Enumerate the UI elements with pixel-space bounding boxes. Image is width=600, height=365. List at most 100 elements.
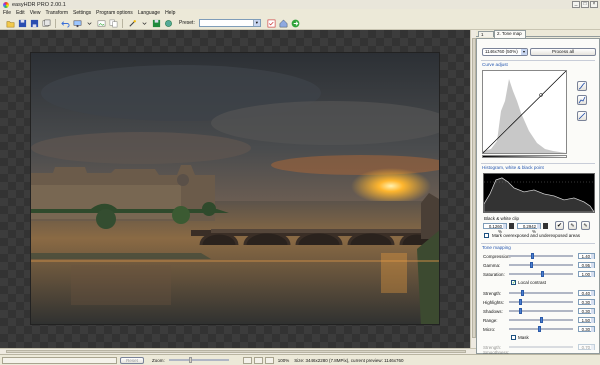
slider-track[interactable] xyxy=(509,326,573,332)
curve-smooth-button[interactable] xyxy=(577,81,587,91)
zoom-slider[interactable] xyxy=(168,357,229,363)
menu-language[interactable]: Language xyxy=(138,10,160,16)
slider-knob[interactable] xyxy=(530,253,534,259)
slider-knob[interactable] xyxy=(538,326,542,332)
resolution-select[interactable]: 1146x760 (50%) ▼ xyxy=(482,48,528,56)
black-white-clip-label: Black & white clip xyxy=(484,216,520,221)
effects-dropdown-button[interactable] xyxy=(139,18,149,28)
slider-track[interactable] xyxy=(509,290,573,296)
lock-icon[interactable] xyxy=(543,223,548,229)
check-button[interactable] xyxy=(267,18,277,28)
save-result-button[interactable] xyxy=(151,18,161,28)
toolbar: Preset: ▼ xyxy=(0,17,600,30)
monitor-icon xyxy=(73,20,81,27)
slider-label: Range: xyxy=(483,317,498,323)
curve-linear-button[interactable] xyxy=(577,111,587,121)
slider-knob[interactable] xyxy=(521,290,525,296)
histogram-display[interactable] xyxy=(483,173,595,213)
slider-track[interactable] xyxy=(509,253,573,259)
minimize-button[interactable]: _ xyxy=(572,1,580,8)
image-button[interactable] xyxy=(96,18,106,28)
undo-button[interactable] xyxy=(60,18,70,28)
effects-button[interactable] xyxy=(127,18,137,28)
menu-help[interactable]: Help xyxy=(165,10,175,16)
curve-gradient-bar xyxy=(482,155,567,158)
strength-input[interactable]: 0.40 xyxy=(578,290,595,296)
menu-view[interactable]: View xyxy=(30,10,41,16)
copy-button[interactable] xyxy=(108,18,118,28)
title-bar: easyHDR PRO 2.00.1 xyxy=(0,0,600,9)
eyedropper-black-button[interactable]: ✎ xyxy=(568,221,577,230)
dropdown-arrow-button[interactable] xyxy=(84,18,94,28)
white-clip-input[interactable]: 0.2942 % xyxy=(517,223,541,234)
mark-areas-checkbox[interactable] xyxy=(484,233,489,238)
compression-input[interactable]: 1.40 xyxy=(578,253,595,259)
chevron-down-icon xyxy=(141,21,147,25)
menu-settings[interactable]: Settings xyxy=(73,10,91,16)
gamma-input[interactable]: 0.95 xyxy=(578,262,595,268)
scroll-thumb[interactable] xyxy=(6,350,466,353)
reset-button[interactable]: Reset xyxy=(120,356,144,364)
slider-track[interactable] xyxy=(509,317,573,323)
slider-track[interactable] xyxy=(509,271,573,277)
slider-track[interactable] xyxy=(509,262,573,268)
slider-knob[interactable] xyxy=(188,357,192,363)
slider-track[interactable] xyxy=(509,299,573,305)
divider xyxy=(481,243,595,244)
curve-points-button[interactable] xyxy=(577,95,587,105)
hdr-photo xyxy=(30,52,440,325)
process-all-button[interactable]: Process all xyxy=(530,48,596,56)
range-input[interactable]: 1.50 xyxy=(578,317,595,323)
highlights-input[interactable]: 0.30 xyxy=(578,299,595,305)
auto-clip-button[interactable]: ✔ xyxy=(555,221,564,230)
side-panel: 1 2. Tone map 1146x760 (50%) ▼ Process al… xyxy=(476,30,600,355)
slider-knob[interactable] xyxy=(539,317,543,323)
next-button[interactable] xyxy=(291,18,301,28)
micro-input[interactable]: 0.30 xyxy=(578,326,595,332)
app-logo-icon xyxy=(3,1,9,8)
zoom-label: Zoom: xyxy=(152,357,165,363)
fit-view-button[interactable] xyxy=(242,356,252,364)
image-canvas[interactable] xyxy=(0,30,470,348)
shadows-input[interactable]: 0.30 xyxy=(578,308,595,314)
actual-size-button[interactable] xyxy=(253,356,263,364)
slider-label: Shadows: xyxy=(483,308,503,314)
menu-program-options[interactable]: Program options xyxy=(96,10,133,16)
menu-transform[interactable]: Transform xyxy=(45,10,68,16)
chevron-down-icon: ▼ xyxy=(252,20,260,26)
lock-icon[interactable] xyxy=(509,223,514,229)
home-button[interactable] xyxy=(279,18,289,28)
eyedropper-white-button[interactable]: ✎ xyxy=(581,221,590,230)
panel-tabs: 1 2. Tone map xyxy=(476,30,600,38)
preset-select[interactable]: ▼ xyxy=(198,19,261,27)
split-view-button[interactable] xyxy=(264,356,274,364)
open-folder-button[interactable] xyxy=(5,18,15,28)
tab-tone-map[interactable]: 2. Tone map xyxy=(494,30,526,38)
histogram-graph xyxy=(483,177,595,213)
local-contrast-checkbox[interactable] xyxy=(511,280,516,286)
display-button[interactable] xyxy=(72,18,82,28)
slider-knob[interactable] xyxy=(518,299,522,305)
menu-file[interactable]: File xyxy=(3,10,11,16)
curve-editor[interactable] xyxy=(482,70,567,154)
saturation-input[interactable]: 1.00 xyxy=(578,271,595,277)
copy-icon xyxy=(109,19,117,27)
menu-edit[interactable]: Edit xyxy=(16,10,25,16)
curve-graph xyxy=(482,70,567,154)
close-button[interactable]: × xyxy=(590,1,598,8)
refresh-button[interactable] xyxy=(163,18,173,28)
black-clip-input[interactable]: 0.1260 % xyxy=(483,223,507,234)
save-button[interactable] xyxy=(17,18,27,28)
slider-knob[interactable] xyxy=(540,271,544,277)
tab-1[interactable]: 1 xyxy=(478,31,494,37)
refresh-icon xyxy=(164,19,172,27)
save-as-button[interactable] xyxy=(29,18,39,28)
slider-track[interactable] xyxy=(509,308,573,314)
curve-linear-icon xyxy=(578,112,586,120)
slider-knob[interactable] xyxy=(529,262,533,268)
slider-label: Highlights: xyxy=(483,299,505,305)
maximize-button[interactable]: □ xyxy=(581,1,589,8)
slider-knob[interactable] xyxy=(518,308,522,314)
mask-checkbox[interactable] xyxy=(511,335,516,340)
batch-button[interactable] xyxy=(41,18,51,28)
